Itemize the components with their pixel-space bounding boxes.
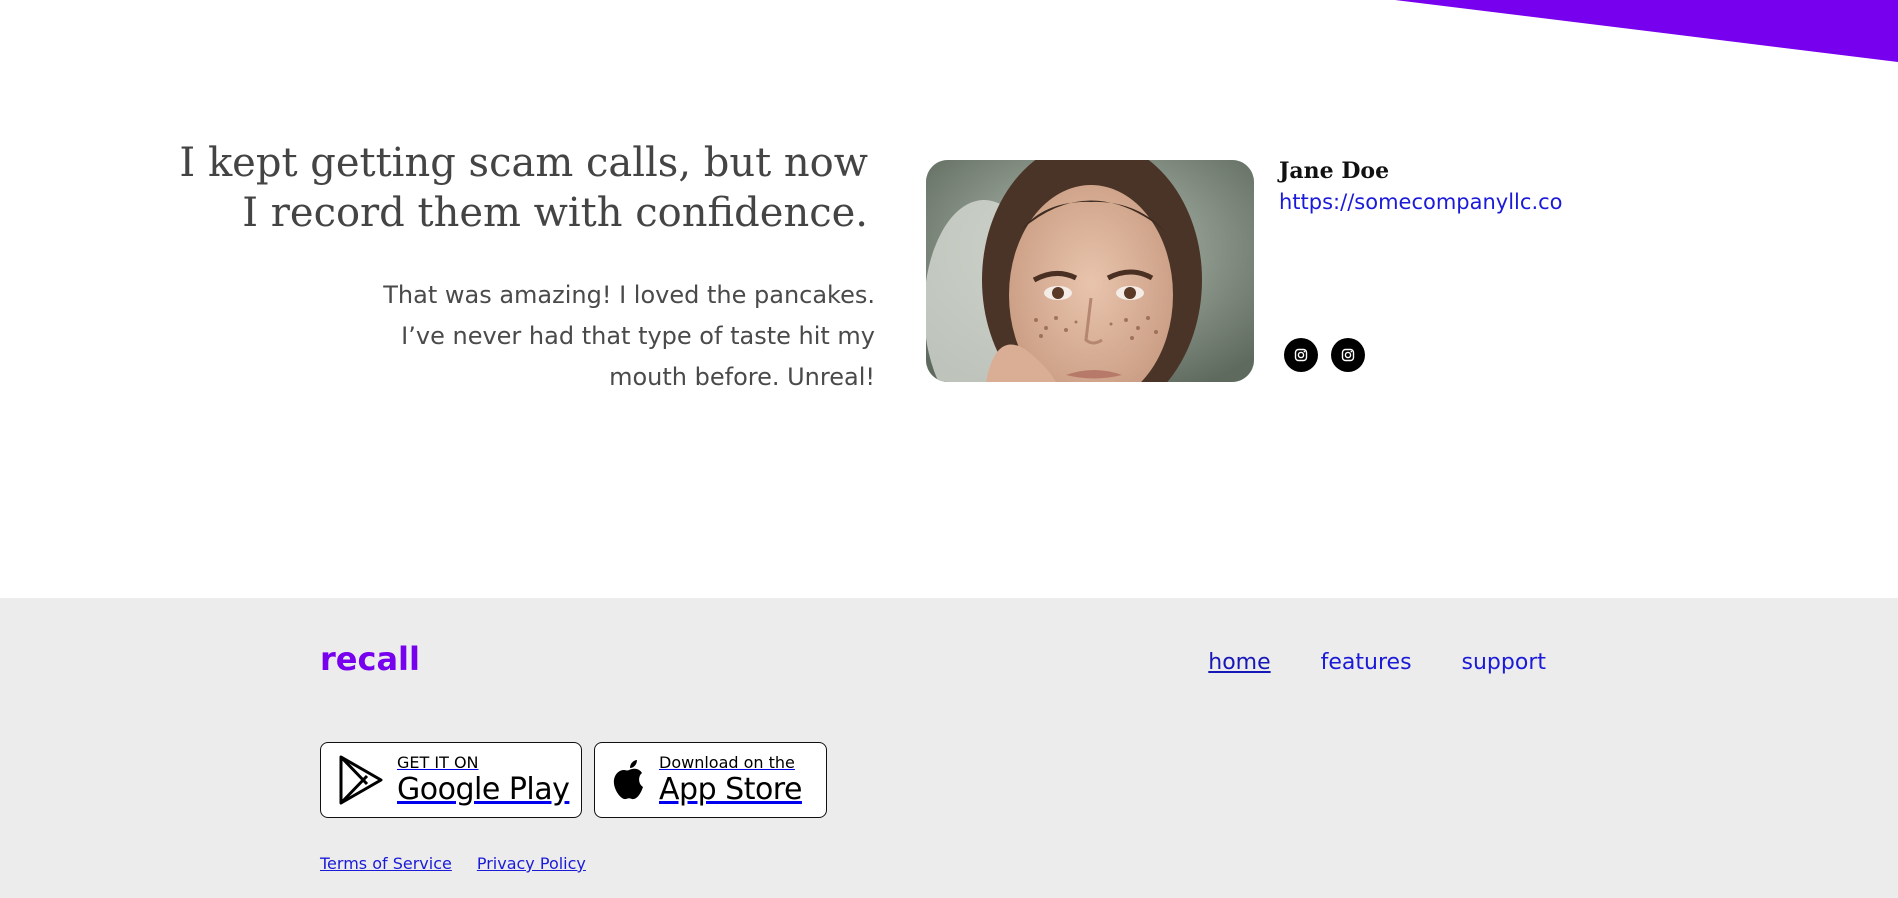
testimonial-section: I kept getting scam calls, but now I rec… [0,0,1898,598]
nav-link-home[interactable]: home [1208,650,1270,675]
google-play-badge[interactable]: GET IT ON Google Play [320,742,582,818]
instagram-icon[interactable] [1331,338,1365,372]
footer-nav: home features support [1208,650,1546,675]
nav-link-support[interactable]: support [1462,650,1546,675]
app-store-small-label: Download on the [659,753,795,772]
brand-logo-link[interactable]: recall [320,640,420,678]
app-store-badge[interactable]: Download on the App Store [594,742,827,818]
instagram-icon[interactable] [1284,338,1318,372]
site-footer: recall home features support GET IT ON G… [0,598,1898,898]
author-name: Jane Doe [1279,158,1390,184]
apple-icon [611,758,647,802]
testimonial-body: That was amazing! I loved the pancakes. … [383,281,875,391]
app-store-big-label: App Store [659,772,802,807]
author-website-link[interactable]: https://somecompanyllc.co [1279,190,1563,214]
author-portrait-image [926,160,1254,382]
google-play-icon [337,754,385,806]
testimonial-headline: I kept getting scam calls, but now I rec… [179,140,868,236]
google-play-big-label: Google Play [397,772,570,807]
google-play-small-label: GET IT ON [397,753,479,772]
nav-link-features[interactable]: features [1321,650,1412,675]
privacy-policy-link[interactable]: Privacy Policy [477,854,586,873]
legal-links: Terms of Service Privacy Policy [320,854,586,873]
terms-of-service-link[interactable]: Terms of Service [320,854,452,873]
